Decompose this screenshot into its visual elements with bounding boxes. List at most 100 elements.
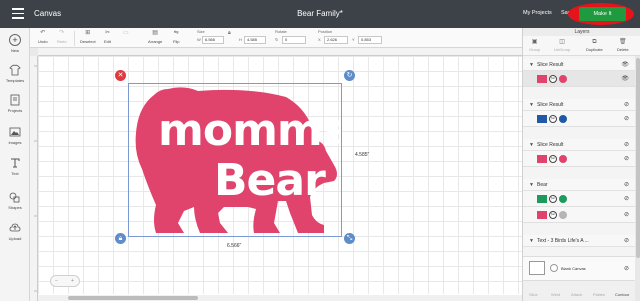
layers-panel: Layers ▣ Group ◫ UnGroup ⧉ Duplicate 🗑︎ Dele…	[522, 28, 640, 301]
eye-hidden-icon[interactable]: ⊘	[624, 265, 629, 272]
eye-hidden-icon[interactable]: ⊘	[624, 211, 629, 218]
eye-hidden-icon[interactable]: ⊘	[624, 195, 629, 202]
eye-hidden-icon[interactable]: ⊘	[624, 115, 629, 122]
layer-row[interactable]: ✂ ⊘	[523, 207, 635, 223]
flatten-label: Flatten	[593, 292, 606, 297]
contour-button[interactable]: Contour	[615, 292, 629, 297]
deselect-button[interactable]: ⊞ Deselect	[80, 30, 96, 44]
images-label: Images	[8, 140, 22, 145]
images-button[interactable]: Images	[0, 126, 30, 145]
text-button[interactable]: Text	[0, 157, 30, 176]
layer-color-swatch[interactable]	[559, 195, 567, 203]
cut-icon[interactable]: ✂	[549, 211, 557, 219]
eye-icon[interactable]: 👁︎	[621, 59, 629, 71]
eye-hidden-icon[interactable]: ⊘	[624, 99, 629, 111]
selection-box	[128, 83, 342, 237]
layer-row[interactable]: ✂ ⊘	[523, 191, 635, 207]
attach-label: Attach	[571, 292, 583, 297]
zoom-out-button[interactable]: −	[55, 278, 58, 284]
group-button[interactable]: ▣ Group	[529, 39, 540, 52]
layer-row[interactable]: ✂ ⊘	[523, 151, 635, 167]
projects-button[interactable]: Projects	[0, 94, 30, 113]
x-field[interactable]: 2.626	[324, 36, 348, 44]
lock-icon[interactable]: 🔒︎	[228, 30, 231, 36]
undo-button[interactable]: ↶ Undo	[38, 30, 48, 44]
resize-handle-icon[interactable]: ⤡	[344, 233, 355, 244]
layers-scrollbar[interactable]	[635, 56, 640, 301]
eye-hidden-icon[interactable]: ⊘	[624, 139, 629, 151]
flip-button[interactable]: ⇋ Flip	[173, 30, 179, 44]
height-field[interactable]: 4.585	[244, 36, 266, 44]
height-dimension-label: 4.585"	[355, 152, 370, 158]
ungroup-button[interactable]: ◫ UnGroup	[554, 39, 570, 52]
delete-handle-icon[interactable]: ✕	[115, 70, 126, 81]
cut-icon[interactable]: ✂	[549, 155, 557, 163]
layer-group-header[interactable]: ▼ Slice Result ⊘	[523, 99, 635, 111]
trash-icon: 🗑︎	[618, 39, 627, 45]
offset-icon: ▭	[123, 30, 129, 36]
eye-icon[interactable]: 👁︎	[621, 75, 629, 82]
layer-color-swatch[interactable]	[559, 211, 567, 219]
scrollbar-thumb[interactable]	[636, 58, 640, 258]
caret-down-icon: ▼	[529, 142, 534, 148]
layer-group-header[interactable]: ▼ Text - 3 Birds Life's A ... ⊘	[523, 235, 635, 247]
attach-button[interactable]: Attach	[571, 292, 582, 297]
flatten-button[interactable]: Flatten	[593, 292, 605, 297]
my-projects-link[interactable]: My Projects	[523, 10, 552, 16]
group-icon: ▣	[531, 39, 538, 45]
layer-row[interactable]: ✂ 👁︎	[523, 71, 635, 87]
scrollbar-thumb[interactable]	[68, 296, 198, 300]
canvas-color-swatch[interactable]	[550, 264, 558, 272]
eye-hidden-icon[interactable]: ⊘	[624, 155, 629, 162]
delete-button[interactable]: 🗑︎ Delete	[617, 39, 629, 52]
new-button[interactable]: + New	[0, 34, 30, 53]
design-canvas[interactable]: momma Bear ✕ ↻ 🔒︎ ⤡ 4.585" 6.566" − +	[30, 48, 522, 301]
layer-group-header[interactable]: ▼ Slice Result 👁︎	[523, 59, 635, 71]
eye-hidden-icon[interactable]: ⊘	[624, 179, 629, 191]
width-field[interactable]: 6.566	[202, 36, 224, 44]
flip-label: Flip	[173, 39, 180, 44]
caret-down-icon: ▼	[529, 62, 534, 68]
arrange-button[interactable]: ▤ Arrange	[148, 30, 162, 44]
weld-button[interactable]: Weld	[551, 292, 560, 297]
layer-group-header[interactable]: ▼ Bear ⊘	[523, 179, 635, 191]
cut-icon[interactable]: ✂	[549, 195, 557, 203]
lock-handle-icon[interactable]: 🔒︎	[115, 233, 126, 244]
cut-icon[interactable]: ✂	[549, 75, 557, 83]
position-label: Position	[318, 29, 333, 34]
upload-button[interactable]: Upload	[0, 222, 30, 241]
duplicate-button[interactable]: ⧉ Duplicate	[586, 39, 603, 52]
image-icon	[9, 126, 21, 138]
layer-color-swatch[interactable]	[559, 115, 567, 123]
undo-icon: ↶	[40, 30, 46, 36]
top-bar: Canvas Bear Family* My Projects Save Mak…	[0, 0, 640, 28]
layer-group-header[interactable]: ▼ Slice Result ⊘	[523, 139, 635, 151]
layer-color-swatch[interactable]	[559, 75, 567, 83]
blank-canvas-label: Blank Canvas	[561, 266, 586, 271]
horizontal-scrollbar[interactable]	[38, 295, 522, 301]
shapes-button[interactable]: Shapes	[0, 191, 30, 210]
edit-button[interactable]: ✂ Edit	[104, 30, 111, 44]
projects-icon	[9, 94, 21, 106]
zoom-in-button[interactable]: +	[71, 278, 74, 284]
y-field[interactable]: 0.853	[358, 36, 382, 44]
rotate-handle-icon[interactable]: ↻	[344, 70, 355, 81]
layer-row[interactable]: ✂ ⊘	[523, 111, 635, 127]
layer-thumbnail	[537, 211, 547, 219]
redo-button[interactable]: ↷ Redo	[57, 30, 67, 44]
blank-canvas-row[interactable]: Blank Canvas ⊘	[523, 256, 635, 280]
eye-hidden-icon[interactable]: ⊘	[624, 235, 629, 247]
left-panel: + New Templates Projects Images Text Sha…	[0, 28, 30, 301]
cut-icon[interactable]: ✂	[549, 115, 557, 123]
text-icon	[9, 157, 21, 169]
offset-button[interactable]: ▭	[123, 30, 129, 39]
x-label: X	[318, 37, 321, 42]
slice-button[interactable]: Slice	[529, 292, 538, 297]
layer-color-swatch[interactable]	[559, 155, 567, 163]
rotate-field[interactable]: 0	[282, 36, 306, 44]
contour-label: Contour	[615, 292, 630, 297]
templates-button[interactable]: Templates	[0, 64, 30, 83]
layers-bottom-toolbar: Slice Weld Attach Flatten Contour	[523, 280, 635, 301]
duplicate-icon: ⧉	[592, 39, 597, 45]
make-it-button[interactable]: Make It	[579, 7, 626, 21]
